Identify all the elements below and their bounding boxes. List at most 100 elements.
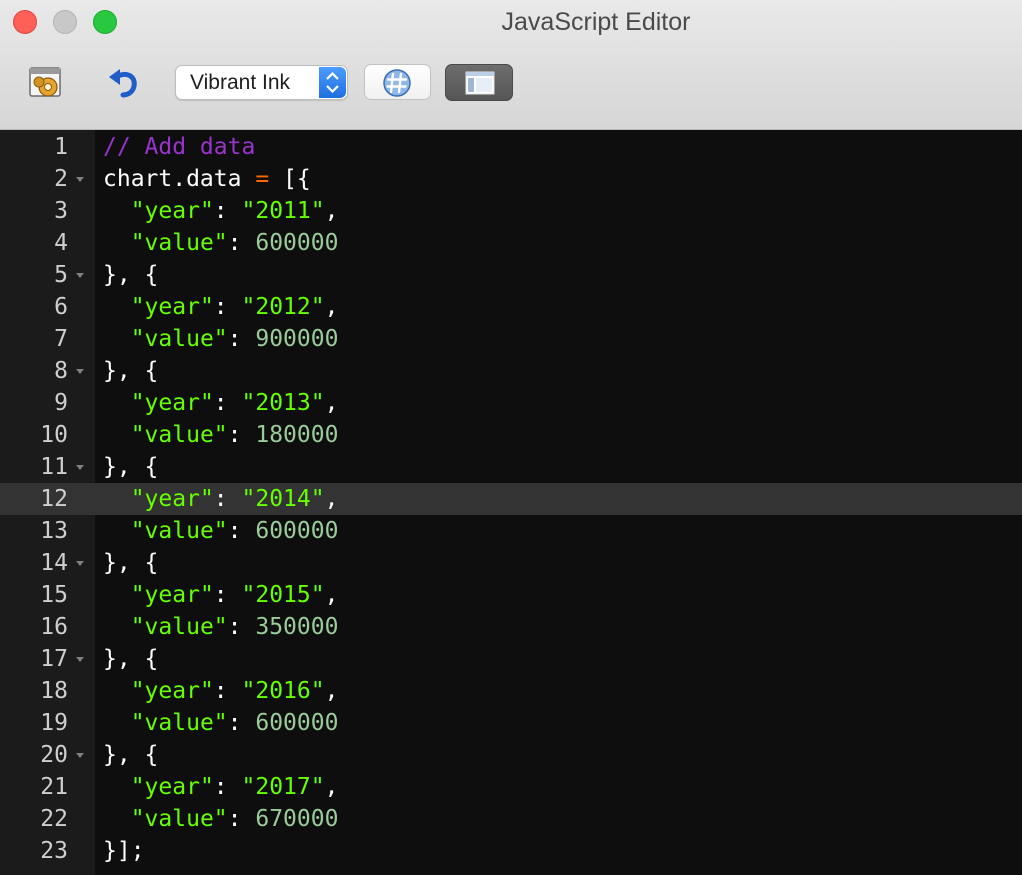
line-number: 3 — [54, 198, 68, 224]
settings-icon[interactable] — [28, 65, 64, 101]
line-number: 22 — [40, 806, 68, 832]
code-text: chart.data = [{ — [103, 163, 311, 195]
code-line[interactable]: 6 "year": "2012", — [0, 291, 1022, 323]
code-line[interactable]: 7 "value": 900000 — [0, 323, 1022, 355]
code-text: "value": 180000 — [103, 419, 339, 451]
chevron-up-down-icon — [319, 67, 346, 98]
line-number: 13 — [40, 518, 68, 544]
window-title: JavaScript Editor — [501, 8, 691, 36]
code-line[interactable]: 12 "year": "2014", — [0, 483, 1022, 515]
code-text: "value": 900000 — [103, 323, 339, 355]
code-token: "2012" — [241, 294, 325, 320]
code-token: "year" — [130, 582, 214, 608]
code-line[interactable]: 22 "value": 670000 — [0, 803, 1022, 835]
code-token: "2017" — [241, 774, 325, 800]
code-token: : — [227, 710, 256, 736]
code-token: chart.data — [103, 166, 256, 192]
code-token: : — [227, 518, 256, 544]
theme-select-value: Vibrant Ink — [190, 71, 291, 94]
line-number: 14 — [40, 550, 68, 576]
code-line[interactable]: 23}]; — [0, 835, 1022, 867]
code-line[interactable]: 11}, { — [0, 451, 1022, 483]
fold-arrow-icon[interactable] — [76, 657, 84, 662]
code-line[interactable]: 9 "year": "2013", — [0, 387, 1022, 419]
javascript-editor-window: JavaScript Editor Vibrant Ink 1 // Add d… — [0, 0, 1022, 875]
code-line[interactable]: 1 // Add data — [0, 131, 1022, 163]
code-token: "value" — [130, 326, 228, 352]
fold-arrow-icon[interactable] — [76, 369, 84, 374]
code-token: : — [213, 486, 242, 512]
code-text: }]; — [103, 835, 145, 867]
fold-arrow-icon[interactable] — [76, 561, 84, 566]
code-line[interactable]: 13 "value": 600000 — [0, 515, 1022, 547]
code-token: , — [324, 486, 339, 512]
code-text: "year": "2014", — [103, 483, 339, 515]
code-token: , — [324, 774, 339, 800]
code-line[interactable]: 2 chart.data = [{ — [0, 163, 1022, 195]
code-token: , — [324, 582, 339, 608]
code-text: // Add data — [103, 131, 255, 163]
panel-layout-icon — [465, 71, 495, 95]
code-token: : — [213, 390, 242, 416]
code-token: "year" — [130, 774, 214, 800]
code-token: "2013" — [241, 390, 325, 416]
code-token: 670000 — [255, 806, 339, 832]
code-line[interactable]: 14 }, { — [0, 547, 1022, 579]
code-line[interactable]: 20}, { — [0, 739, 1022, 771]
code-line[interactable]: 19 "value": 600000 — [0, 707, 1022, 739]
fold-arrow-icon[interactable] — [76, 177, 84, 182]
code-token: "value" — [130, 614, 228, 640]
code-text: "year": "2017", — [103, 771, 339, 803]
code-token: // Add data — [103, 134, 256, 160]
code-line[interactable]: 16 "value": 350000 — [0, 611, 1022, 643]
code-text: }, { — [103, 739, 158, 771]
code-token: 600000 — [255, 230, 339, 256]
line-number: 17 — [40, 646, 68, 672]
code-text: "year": "2015", — [103, 579, 339, 611]
code-line[interactable]: 5}, { — [0, 259, 1022, 291]
code-line[interactable]: 17 }, { — [0, 643, 1022, 675]
code-token: "year" — [130, 678, 214, 704]
code-token: : — [213, 582, 242, 608]
layout-toggle-button[interactable] — [445, 64, 513, 101]
code-token: : — [213, 678, 242, 704]
code-token: "year" — [130, 486, 214, 512]
theme-select[interactable]: Vibrant Ink — [175, 65, 348, 100]
code-line[interactable]: 21 "year": "2017", — [0, 771, 1022, 803]
code-text: }, { — [103, 259, 158, 291]
code-token: 350000 — [255, 614, 339, 640]
code-token: }, { — [103, 646, 159, 672]
code-line[interactable]: 10 "value": 180000 — [0, 419, 1022, 451]
code-line[interactable]: 15 "year": "2015", — [0, 579, 1022, 611]
code-token: "2014" — [241, 486, 325, 512]
code-token: : — [227, 422, 256, 448]
code-editor[interactable]: 1// Add data 2 chart.data = [{3 "year": "2… — [0, 130, 1022, 875]
hash-button[interactable] — [364, 64, 431, 100]
code-token: : — [227, 614, 256, 640]
line-number: 16 — [40, 614, 68, 640]
code-token: [{ — [269, 166, 311, 192]
code-text: "value": 600000 — [103, 515, 339, 547]
code-line[interactable]: 3 "year": "2011", — [0, 195, 1022, 227]
code-text: "value": 670000 — [103, 803, 339, 835]
code-line[interactable]: 4 "value": 600000 — [0, 227, 1022, 259]
line-number: 9 — [54, 390, 68, 416]
code-line[interactable]: 8}, { — [0, 355, 1022, 387]
undo-icon[interactable] — [106, 64, 142, 100]
code-text: "value": 600000 — [103, 707, 339, 739]
code-token: "value" — [130, 422, 228, 448]
fold-arrow-icon[interactable] — [76, 273, 84, 278]
code-token: }, { — [103, 454, 159, 480]
fold-arrow-icon[interactable] — [76, 465, 84, 470]
code-text: }, { — [103, 547, 158, 579]
code-text: "value": 600000 — [103, 227, 339, 259]
title-bar: JavaScript Editor Vibrant Ink — [0, 0, 1022, 130]
fold-arrow-icon[interactable] — [76, 753, 84, 758]
code-token: : — [213, 294, 242, 320]
code-line[interactable]: 18 "year": "2016", — [0, 675, 1022, 707]
code-token: }]; — [103, 838, 145, 864]
